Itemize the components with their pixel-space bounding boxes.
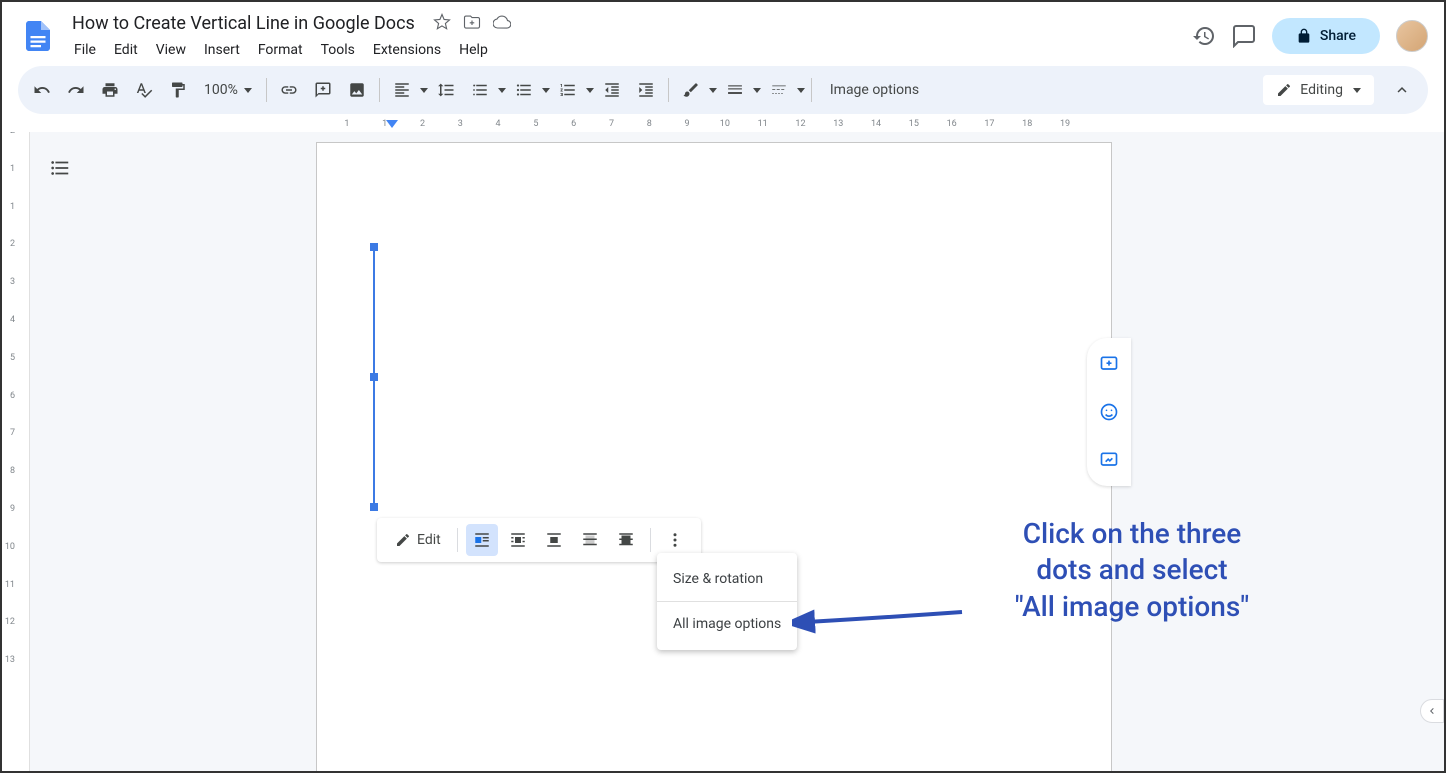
menu-insert[interactable]: Insert xyxy=(196,38,248,62)
selection-handle-bottom[interactable] xyxy=(370,503,378,511)
separator xyxy=(457,528,458,552)
add-emoji-float-button[interactable] xyxy=(1091,394,1127,430)
share-button[interactable]: Share xyxy=(1272,18,1380,54)
menu-format[interactable]: Format xyxy=(250,38,311,62)
border-weight-dropdown[interactable] xyxy=(719,74,761,106)
menu-extensions[interactable]: Extensions xyxy=(365,38,449,62)
break-text-button[interactable] xyxy=(538,524,570,556)
separator xyxy=(650,528,651,552)
document-title[interactable]: How to Create Vertical Line in Google Do… xyxy=(66,11,421,36)
chevron-down-icon xyxy=(420,88,428,93)
image-context-toolbar: Edit xyxy=(377,518,701,562)
comments-icon[interactable] xyxy=(1232,24,1256,48)
menu-view[interactable]: View xyxy=(148,38,194,62)
chevron-down-icon xyxy=(797,88,805,93)
pencil-icon xyxy=(395,532,411,548)
separator xyxy=(379,78,380,102)
menu-edit[interactable]: Edit xyxy=(106,38,146,62)
decrease-indent-button[interactable] xyxy=(596,74,628,106)
editing-mode-button[interactable]: Editing xyxy=(1263,75,1374,105)
move-icon[interactable] xyxy=(463,13,481,35)
menu-file[interactable]: File xyxy=(66,38,104,62)
checklist-dropdown[interactable] xyxy=(464,74,506,106)
more-options-button[interactable] xyxy=(659,524,691,556)
size-rotation-item[interactable]: Size & rotation xyxy=(657,561,797,597)
number-list-dropdown[interactable] xyxy=(552,74,594,106)
share-label: Share xyxy=(1320,28,1356,44)
annotation-arrow xyxy=(792,602,972,642)
selection-handle-middle[interactable] xyxy=(370,373,378,381)
paint-format-button[interactable] xyxy=(162,74,194,106)
behind-text-button[interactable] xyxy=(574,524,606,556)
side-float-buttons xyxy=(1087,338,1131,486)
insert-link-button[interactable] xyxy=(273,74,305,106)
lock-icon xyxy=(1296,28,1312,44)
insert-image-button[interactable] xyxy=(341,74,373,106)
chevron-down-icon xyxy=(586,88,594,93)
menu-help[interactable]: Help xyxy=(451,38,496,62)
align-dropdown[interactable] xyxy=(386,74,428,106)
front-text-button[interactable] xyxy=(610,524,642,556)
redo-button[interactable] xyxy=(60,74,92,106)
wrap-inline-button[interactable] xyxy=(466,524,498,556)
menu-bar: File Edit View Insert Format Tools Exten… xyxy=(66,38,1192,62)
header-actions: Share xyxy=(1192,18,1428,54)
document-page[interactable]: Edit Size & rotation All image options xyxy=(316,142,1112,771)
chevron-down-icon xyxy=(753,88,761,93)
selection-handle-top[interactable] xyxy=(370,243,378,251)
zoom-dropdown[interactable]: 100% xyxy=(196,78,260,102)
add-comment-button[interactable] xyxy=(307,74,339,106)
document-area: 2112345678910111213 Edit Size & rot xyxy=(2,132,1444,771)
image-options-button[interactable]: Image options xyxy=(818,78,931,102)
indent-marker-icon[interactable] xyxy=(386,120,398,132)
separator xyxy=(266,78,267,102)
cloud-status-icon[interactable] xyxy=(493,13,511,35)
chevron-down-icon xyxy=(244,88,252,93)
add-comment-float-button[interactable] xyxy=(1091,346,1127,382)
docs-logo-icon[interactable] xyxy=(18,16,58,56)
chevron-down-icon xyxy=(1353,88,1361,93)
title-area: How to Create Vertical Line in Google Do… xyxy=(66,11,1192,62)
bullet-list-dropdown[interactable] xyxy=(508,74,550,106)
separator xyxy=(668,78,669,102)
suggest-edits-float-button[interactable] xyxy=(1091,442,1127,478)
expand-sidebar-button[interactable] xyxy=(1420,699,1444,723)
line-spacing-button[interactable] xyxy=(430,74,462,106)
all-image-options-item[interactable]: All image options xyxy=(657,606,797,642)
spellcheck-button[interactable] xyxy=(128,74,160,106)
menu-tools[interactable]: Tools xyxy=(313,38,363,62)
annotation-text: Click on the three dots and select "All … xyxy=(962,516,1302,625)
history-icon[interactable] xyxy=(1192,24,1216,48)
collapse-toolbar-button[interactable] xyxy=(1384,72,1420,108)
chevron-down-icon xyxy=(542,88,550,93)
more-options-dropdown: Size & rotation All image options xyxy=(657,553,797,650)
separator xyxy=(811,78,812,102)
header-bar: How to Create Vertical Line in Google Do… xyxy=(2,2,1444,62)
chevron-down-icon xyxy=(498,88,506,93)
clear-format-dropdown[interactable] xyxy=(675,74,717,106)
outline-button[interactable] xyxy=(42,150,78,186)
edit-image-button[interactable]: Edit xyxy=(387,528,449,552)
wrap-text-button[interactable] xyxy=(502,524,534,556)
undo-button[interactable] xyxy=(26,74,58,106)
vertical-ruler[interactable]: 2112345678910111213 xyxy=(2,132,30,771)
chevron-down-icon xyxy=(709,88,717,93)
border-dash-dropdown[interactable] xyxy=(763,74,805,106)
toolbar: 100% Image options Editing xyxy=(18,66,1428,114)
user-avatar[interactable] xyxy=(1396,20,1428,52)
star-icon[interactable] xyxy=(433,13,451,35)
print-button[interactable] xyxy=(94,74,126,106)
increase-indent-button[interactable] xyxy=(630,74,662,106)
separator xyxy=(657,601,797,602)
pencil-icon xyxy=(1276,82,1292,98)
